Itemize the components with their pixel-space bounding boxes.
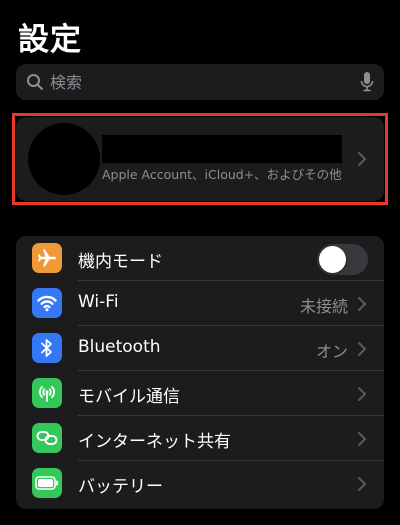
settings-row-airplane-mode: 機内モード — [16, 236, 384, 281]
cellular-icon — [32, 378, 62, 408]
settings-row-label: Wi-Fi — [78, 292, 119, 312]
settings-row-battery[interactable]: バッテリー — [16, 461, 384, 506]
chevron-right-icon — [358, 387, 366, 401]
chevron-right-icon — [358, 297, 366, 311]
highlight-frame — [12, 113, 388, 205]
chevron-right-icon — [358, 432, 366, 446]
airplane-icon — [32, 243, 62, 273]
settings-row-label: バッテリー — [78, 477, 163, 497]
airplane-mode-toggle[interactable] — [317, 244, 368, 275]
settings-row-cellular[interactable]: モバイル通信 — [16, 371, 384, 416]
bluetooth-icon — [32, 333, 62, 363]
wifi-status: 未接続 — [299, 297, 348, 316]
settings-row-label: モバイル通信 — [78, 387, 180, 407]
toggle-knob — [319, 246, 346, 273]
search-input[interactable] — [50, 64, 350, 100]
settings-row-label: 機内モード — [78, 252, 163, 272]
chevron-right-icon — [358, 342, 366, 356]
search-icon — [27, 74, 43, 90]
hotspot-icon — [32, 423, 62, 453]
settings-row-label: インターネット共有 — [78, 432, 231, 452]
settings-row-wifi[interactable]: Wi-Fi 未接続 — [16, 281, 384, 326]
settings-row-label: Bluetooth — [78, 337, 161, 357]
microphone-icon[interactable] — [360, 72, 374, 92]
settings-row-personal-hotspot[interactable]: インターネット共有 — [16, 416, 384, 461]
settings-row-bluetooth[interactable]: Bluetooth オン — [16, 326, 384, 371]
search-bar[interactable] — [16, 64, 384, 100]
chevron-right-icon — [358, 477, 366, 491]
battery-icon — [32, 468, 62, 498]
wifi-icon — [32, 288, 62, 318]
bluetooth-status: オン — [315, 342, 348, 361]
settings-group: 機内モード Wi-Fi 未接続 Bluetooth オン モバイル通信 インター… — [16, 236, 384, 509]
page-title: 設定 — [18, 22, 82, 58]
